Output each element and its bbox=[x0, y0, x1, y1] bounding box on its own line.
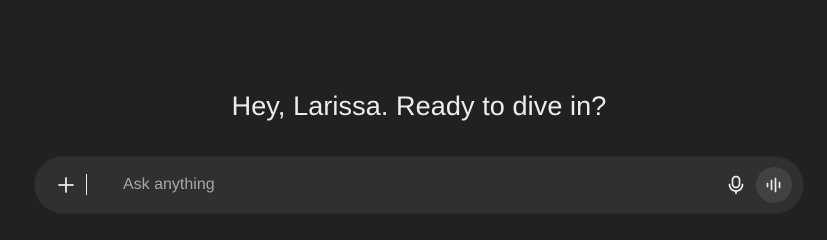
voice-mode-button[interactable] bbox=[756, 167, 792, 203]
chat-home-screen: Hey, Larissa. Ready to dive in? bbox=[0, 0, 827, 234]
text-caret bbox=[86, 174, 87, 195]
prompt-composer bbox=[35, 157, 803, 213]
microphone-icon bbox=[727, 175, 745, 195]
plus-icon bbox=[57, 176, 75, 194]
greeting-heading: Hey, Larissa. Ready to dive in? bbox=[231, 91, 607, 121]
dictate-button[interactable] bbox=[718, 167, 754, 203]
voice-waveform-icon bbox=[765, 177, 783, 193]
prompt-input[interactable] bbox=[121, 173, 733, 197]
add-attachment-button[interactable] bbox=[46, 165, 86, 205]
